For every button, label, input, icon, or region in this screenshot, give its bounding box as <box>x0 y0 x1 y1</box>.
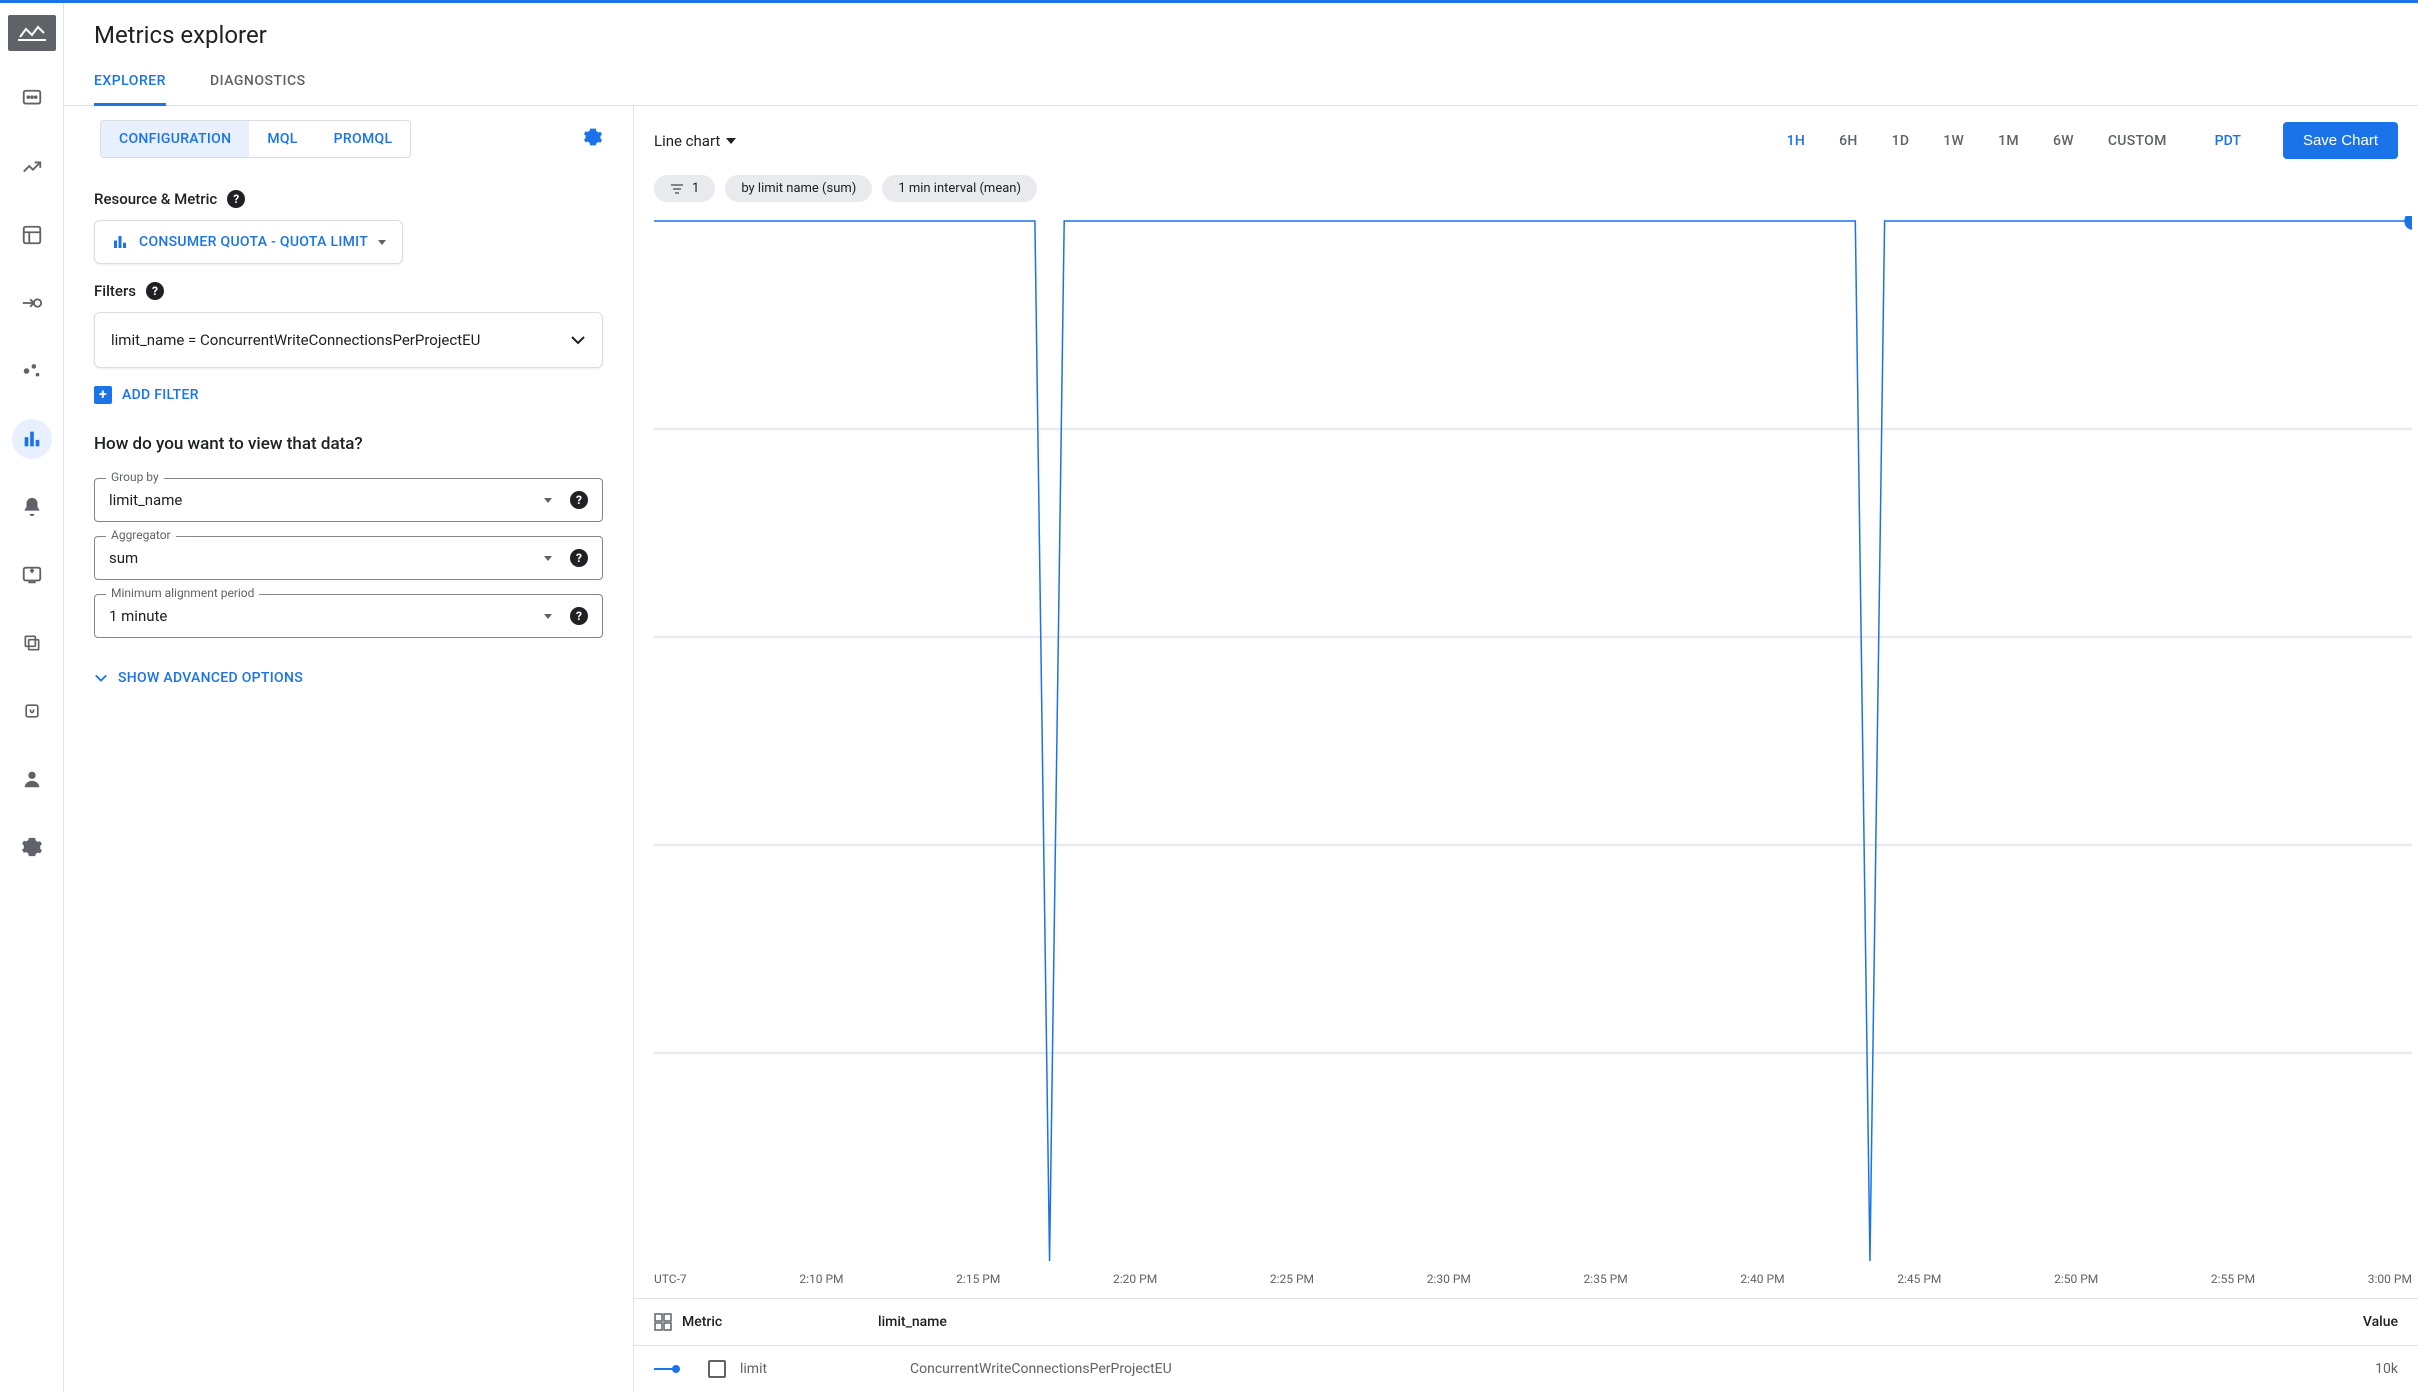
add-filter-button[interactable]: + ADD FILTER <box>94 386 199 404</box>
nav-import-icon[interactable] <box>12 283 52 323</box>
x-axis-labels: UTC-72:10 PM2:15 PM2:20 PM2:25 PM2:30 PM… <box>634 1266 2418 1298</box>
chevron-down-icon <box>570 335 586 345</box>
series-checkbox[interactable] <box>708 1360 726 1378</box>
range-6h[interactable]: 6H <box>1839 133 1858 149</box>
nav-settings-icon[interactable] <box>12 827 52 867</box>
resource-metric-label: Resource & Metric ? <box>64 172 633 220</box>
chip-group[interactable]: by limit name (sum) <box>725 175 872 202</box>
lang-configuration[interactable]: CONFIGURATION <box>101 121 249 157</box>
chart-panel: Line chart 1H 6H 1D 1W 1M 6W CUSTOM PDT … <box>634 106 2418 1392</box>
chevron-down-icon <box>94 673 108 683</box>
lang-mql[interactable]: MQL <box>249 121 315 157</box>
help-icon[interactable]: ? <box>570 549 588 567</box>
nav-overview-icon[interactable] <box>12 79 52 119</box>
config-panel: CONFIGURATION MQL PROMQL Resource & Metr… <box>64 106 634 1392</box>
nav-trends-icon[interactable] <box>12 147 52 187</box>
filter-icon <box>670 183 684 195</box>
help-icon[interactable]: ? <box>227 190 245 208</box>
metric-selector[interactable]: CONSUMER QUOTA - QUOTA LIMIT <box>94 220 403 264</box>
chart-type-selector[interactable]: Line chart <box>654 132 736 150</box>
help-icon[interactable]: ? <box>570 491 588 509</box>
legend-row[interactable]: limit ConcurrentWriteConnectionsPerProje… <box>634 1346 2418 1392</box>
tab-diagnostics[interactable]: DIAGNOSTICS <box>210 73 306 105</box>
range-1d[interactable]: 1D <box>1892 133 1910 149</box>
nav-debug-icon[interactable] <box>12 691 52 731</box>
caret-down-icon <box>544 498 552 503</box>
page-title: Metrics explorer <box>94 21 2388 49</box>
legend-table: Metric limit_name Value limit Concurrent… <box>634 1298 2418 1392</box>
range-6w[interactable]: 6W <box>2053 133 2074 149</box>
range-1h[interactable]: 1H <box>1787 133 1806 149</box>
query-language-toggle: CONFIGURATION MQL PROMQL <box>100 120 411 158</box>
series-swatch <box>654 1368 676 1370</box>
save-chart-button[interactable]: Save Chart <box>2283 122 2398 159</box>
nav-dashboard-icon[interactable] <box>12 215 52 255</box>
main-tabs: EXPLORER DIAGNOSTICS <box>64 49 2418 106</box>
nav-alerts-icon[interactable] <box>12 487 52 527</box>
help-icon[interactable]: ? <box>146 282 164 300</box>
filters-label: Filters ? <box>64 264 633 312</box>
plus-icon: + <box>94 386 112 404</box>
metric-selector-label: CONSUMER QUOTA - QUOTA LIMIT <box>139 234 368 250</box>
nav-uptime-icon[interactable] <box>12 555 52 595</box>
settings-gear-icon[interactable] <box>583 127 603 151</box>
product-logo[interactable] <box>8 15 56 51</box>
caret-down-icon <box>544 614 552 619</box>
tab-explorer[interactable]: EXPLORER <box>94 73 166 106</box>
range-1w[interactable]: 1W <box>1943 133 1964 149</box>
nav-services-icon[interactable] <box>12 351 52 391</box>
left-nav-rail <box>0 3 64 1392</box>
aggregator-field[interactable]: Aggregator sum ? <box>94 536 603 580</box>
time-range-picker: 1H 6H 1D 1W 1M 6W CUSTOM <box>1787 133 2167 149</box>
columns-icon[interactable] <box>654 1313 672 1331</box>
nav-user-icon[interactable] <box>12 759 52 799</box>
filter-chip[interactable]: limit_name = ConcurrentWriteConnectionsP… <box>94 312 603 368</box>
nav-metrics-icon[interactable] <box>12 419 52 459</box>
timezone-selector[interactable]: PDT <box>2215 133 2241 149</box>
range-custom[interactable]: CUSTOM <box>2108 133 2167 149</box>
filter-text: limit_name = ConcurrentWriteConnectionsP… <box>111 331 480 349</box>
groupby-field[interactable]: Group by limit_name ? <box>94 478 603 522</box>
caret-down-icon <box>544 556 552 561</box>
page-header: Metrics explorer <box>64 3 2418 49</box>
chip-interval[interactable]: 1 min interval (mean) <box>882 175 1037 202</box>
show-advanced-button[interactable]: SHOW ADVANCED OPTIONS <box>94 670 303 686</box>
chip-series-count[interactable]: 1 <box>654 175 715 202</box>
chart-plot[interactable] <box>634 216 2418 1266</box>
alignment-field[interactable]: Minimum alignment period 1 minute ? <box>94 594 603 638</box>
view-heading: How do you want to view that data? <box>64 404 633 468</box>
nav-groups-icon[interactable] <box>12 623 52 663</box>
caret-down-icon <box>378 240 386 245</box>
range-1m[interactable]: 1M <box>1998 133 2019 149</box>
help-icon[interactable]: ? <box>570 607 588 625</box>
lang-promql[interactable]: PROMQL <box>316 121 411 157</box>
caret-down-icon <box>726 138 736 144</box>
